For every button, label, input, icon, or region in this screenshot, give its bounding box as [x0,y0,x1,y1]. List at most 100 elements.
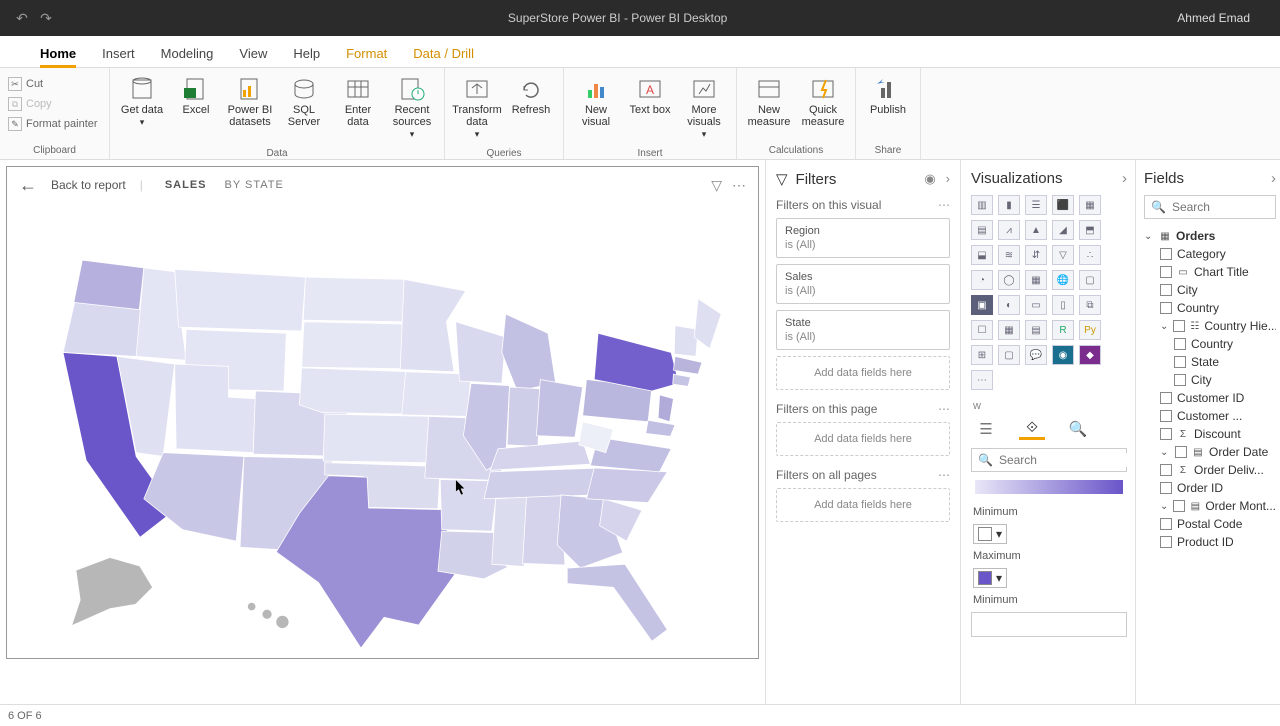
viz-card[interactable]: ▭ [1025,295,1047,315]
viz-funnel[interactable]: ▽ [1052,245,1074,265]
viz-multi-card[interactable]: ▯ [1052,295,1074,315]
redo-button[interactable]: ↷ [34,6,58,30]
viz-table[interactable]: ▦ [998,320,1020,340]
more-options-icon[interactable]: ⋯ [732,177,746,194]
collapse-icon[interactable]: › [946,171,950,187]
fields-search[interactable]: 🔍 [1144,195,1276,219]
eye-icon[interactable]: ◉ [924,171,935,187]
table-orders[interactable]: ⌄▦Orders [1144,227,1276,245]
new-measure-button[interactable]: New measure [743,72,795,132]
fields-search-input[interactable] [1172,200,1269,214]
enter-data-button[interactable]: Enter data [332,72,384,132]
state-maryland[interactable] [646,420,675,436]
viz-collapse-icon[interactable]: › [1122,170,1127,187]
viz-r[interactable]: R [1052,320,1074,340]
field-country-hier[interactable]: ⌄☷Country Hie... [1144,317,1276,335]
max-color-picker[interactable]: ▾ [973,568,1007,588]
drop-all-filters[interactable]: Add data fields here [776,488,950,522]
field-h-state[interactable]: State [1144,353,1276,371]
field-product-id[interactable]: Product ID [1144,533,1276,551]
viz-matrix[interactable]: ▤ [1025,320,1047,340]
viz-scatter[interactable]: ∴ [1079,245,1101,265]
us-map-visual[interactable] [13,207,752,652]
state-mississippi[interactable] [492,497,527,566]
state-n-carolina[interactable] [586,468,667,503]
filter-icon[interactable]: ▽ [711,177,722,194]
tab-home[interactable]: Home [40,40,76,67]
state-vermont-nh[interactable] [674,326,698,357]
format-search-input[interactable] [999,453,1154,467]
visual-container[interactable]: ← Back to report | SALES BY STATE ▽ ⋯ [6,166,759,659]
field-order-date[interactable]: ⌄▤Order Date [1144,443,1276,461]
tab-data-drill[interactable]: Data / Drill [413,40,474,67]
viz-ribbon[interactable]: ≋ [998,245,1020,265]
get-data-button[interactable]: Get data▾ [116,72,168,132]
field-country[interactable]: Country [1144,299,1276,317]
state-ohio[interactable] [536,379,582,437]
viz-combo[interactable]: ⬒ [1079,220,1101,240]
viz-column[interactable]: ⬛ [1052,195,1074,215]
filter-card-region[interactable]: Regionis (All) [776,218,950,258]
analytics-tab-icon[interactable]: 🔍 [1065,418,1091,440]
viz-bar[interactable]: ▮ [998,195,1020,215]
state-alaska[interactable] [72,558,152,626]
viz-filled-map[interactable]: ▢ [1079,270,1101,290]
field-h-city[interactable]: City [1144,371,1276,389]
field-customer-id[interactable]: Customer ID [1144,389,1276,407]
viz-clustered-bar[interactable]: ☰ [1025,195,1047,215]
checkbox[interactable] [1160,248,1172,260]
recent-sources-button[interactable]: Recent sources▾ [386,72,438,144]
state-tennessee[interactable] [484,468,602,499]
viz-stacked-bar[interactable]: ▥ [971,195,993,215]
field-order-month[interactable]: ⌄▤Order Mont... [1144,497,1276,515]
viz-waterfall[interactable]: ⇵ [1025,245,1047,265]
filter-card-state[interactable]: Stateis (All) [776,310,950,350]
state-kansas[interactable] [323,414,428,462]
viz-line[interactable]: ⩘ [998,220,1020,240]
viz-stacked-area[interactable]: ◢ [1052,220,1074,240]
new-visual-button[interactable]: New visual [570,72,622,132]
viz-slicer[interactable]: ☐ [971,320,993,340]
field-order-id[interactable]: Order ID [1144,479,1276,497]
state-new-york[interactable] [594,333,679,391]
min-color-picker[interactable]: ▾ [973,524,1007,544]
undo-button[interactable]: ↶ [10,6,34,30]
format-painter-button[interactable]: ✎Format painter [6,114,100,134]
section-menu-icon-2[interactable]: ⋯ [938,402,950,416]
viz-key-infl[interactable]: ⊞ [971,345,993,365]
state-s-dakota[interactable] [302,322,404,369]
tab-modeling[interactable]: Modeling [161,40,214,67]
quick-measure-button[interactable]: Quick measure [797,72,849,132]
text-box-button[interactable]: AText box [624,72,676,120]
state-nebraska[interactable] [299,368,409,414]
viz-shape-map[interactable]: ▣ [971,295,993,315]
fields-tab-icon[interactable]: ☰ [973,418,999,440]
state-new-jersey[interactable] [658,395,673,422]
viz-area[interactable]: ▲ [1025,220,1047,240]
tab-format[interactable]: Format [346,40,387,67]
state-arizona[interactable] [144,453,244,542]
state-mass[interactable] [673,356,701,374]
state-n-dakota[interactable] [303,277,405,322]
format-search[interactable]: 🔍 [971,448,1127,472]
excel-button[interactable]: Excel [170,72,222,120]
tab-view[interactable]: View [239,40,267,67]
fields-collapse-icon[interactable]: › [1271,170,1276,187]
state-connecticut[interactable] [673,374,691,386]
min-value-input[interactable] [971,612,1127,637]
field-postal[interactable]: Postal Code [1144,515,1276,533]
drill-level-state[interactable]: BY STATE [225,179,284,191]
tab-insert[interactable]: Insert [102,40,135,67]
viz-more[interactable]: ⋯ [971,370,993,390]
drop-visual-filters[interactable]: Add data fields here [776,356,950,390]
cut-button[interactable]: ✂Cut [6,74,45,94]
refresh-button[interactable]: Refresh [505,72,557,120]
viz-map[interactable]: 🌐 [1052,270,1074,290]
back-to-report[interactable]: Back to report [51,178,126,192]
state-hawaii-2[interactable] [262,610,271,619]
format-tab-icon[interactable]: ⟐ [1019,418,1045,440]
viz-powerapps[interactable]: ◆ [1079,345,1101,365]
user-name[interactable]: Ahmed Emad [1177,11,1250,25]
back-arrow-icon[interactable]: ← [19,175,37,196]
section-menu-icon-3[interactable]: ⋯ [938,468,950,482]
